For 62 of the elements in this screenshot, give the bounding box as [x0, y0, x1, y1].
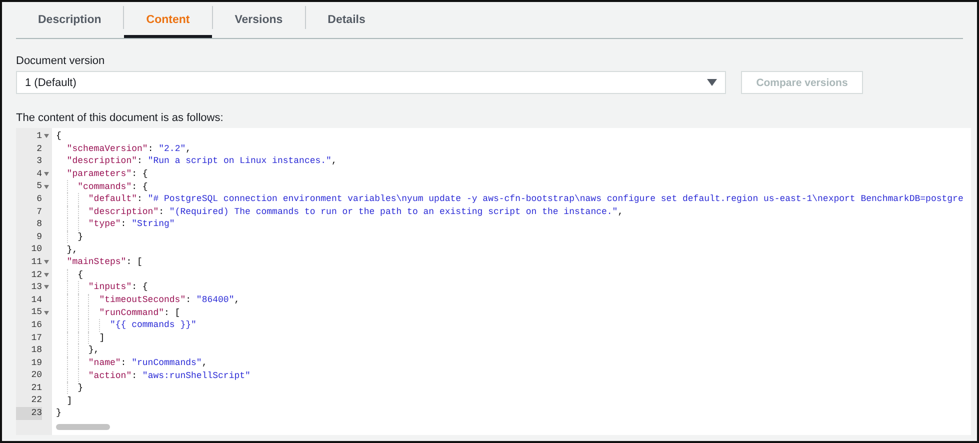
code-line: "parameters": {: [66, 169, 148, 180]
field-label: Document version: [16, 55, 106, 67]
code-line: "timeoutSeconds": "86400",: [99, 295, 240, 306]
fold-arrow-icon[interactable]: [44, 272, 49, 277]
fold-arrow-icon[interactable]: [44, 134, 49, 138]
code-line: "commands": {: [78, 182, 148, 192]
code-line: "schemaVersion": "2.2",: [66, 144, 192, 154]
code-line: "description": "Run a script on Linux instances.",: [66, 156, 337, 166]
fold-arrow-icon[interactable]: [44, 310, 49, 315]
dropdown-value: 1 (Default): [25, 76, 76, 88]
code-line: }: [56, 408, 62, 418]
tab[interactable]: Versions: [212, 2, 305, 38]
version-dropdown[interactable]: 1 (Default): [16, 71, 726, 94]
code-line: "default": "# PostgreSQL connection environment variables\nyum update -y aws-cfn-bootstrap\naws configure set default.region us-east-1\nexport BenchmarkDB=postgre: [88, 194, 964, 204]
line-number: 4: [36, 168, 42, 180]
line-number: 14: [30, 294, 42, 306]
code-line: }: [78, 232, 83, 242]
code-line: },: [88, 345, 100, 356]
line-number: 23: [16, 407, 42, 420]
scrollbar-thumb[interactable]: [56, 424, 110, 430]
line-number: 11: [30, 256, 42, 269]
fold-arrow-icon[interactable]: [44, 285, 49, 290]
code-line: "inputs": {: [88, 282, 148, 292]
code-line: "mainSteps": [: [66, 257, 142, 268]
line-number: 10: [30, 243, 42, 256]
line-number: 22: [30, 394, 42, 408]
code-line: "runCommand": [: [99, 308, 180, 318]
line-number: 12: [30, 268, 42, 282]
code-line: ]: [99, 332, 105, 343]
code-line: "{{ commands }}": [110, 320, 196, 330]
line-number: 19: [30, 356, 42, 370]
content-label: The content of this document is as follows:: [16, 112, 224, 124]
fold-arrow-icon[interactable]: [44, 184, 49, 189]
code-line: ]: [66, 396, 72, 406]
line-number: 18: [30, 344, 42, 357]
line-number: 1: [36, 130, 42, 143]
line-number: 6: [36, 192, 42, 206]
caret-icon: [707, 79, 717, 86]
code-line: {: [78, 270, 83, 280]
code-line: "description": "(Required) The commands to run or the path to an existing script on the instance.",: [88, 206, 624, 217]
line-number: 2: [36, 142, 42, 156]
line-number: 17: [30, 332, 42, 344]
line-number: 20: [30, 369, 42, 382]
line-number: 5: [36, 180, 42, 193]
line-number: 21: [30, 382, 42, 394]
code-line: }: [78, 383, 83, 394]
tab[interactable]: Details: [306, 2, 388, 38]
code-line: "action": "aws:runShellScript": [88, 370, 250, 381]
line-number: 9: [36, 230, 42, 244]
fold-arrow-icon[interactable]: [44, 260, 49, 264]
code-line: "name": "runCommands",: [88, 358, 208, 368]
code-line: },: [66, 244, 78, 255]
code-line: "type": "String": [88, 219, 175, 230]
line-number: 15: [30, 306, 42, 319]
code-line: {: [56, 131, 62, 142]
fold-arrow-icon[interactable]: [44, 172, 49, 176]
line-number: 7: [36, 206, 42, 218]
tab[interactable]: Description: [16, 2, 124, 38]
line-number: 13: [30, 281, 42, 294]
line-number: 8: [36, 218, 42, 231]
line-number: 16: [30, 318, 42, 332]
line-number: 3: [36, 155, 42, 168]
